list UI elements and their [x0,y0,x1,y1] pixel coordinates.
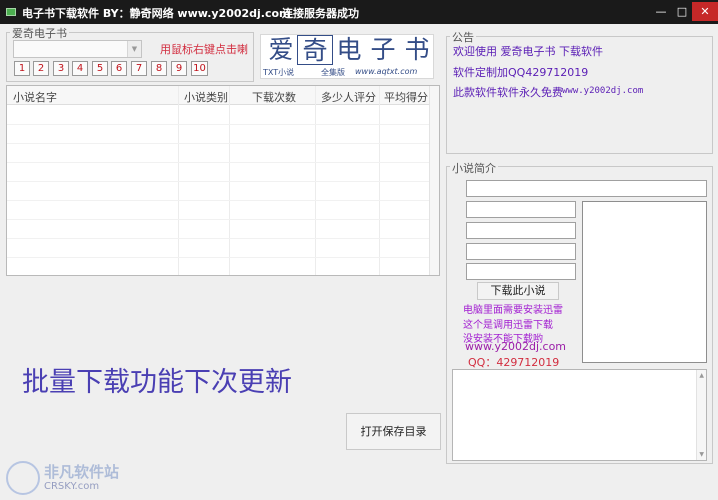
open-save-folder-button[interactable]: 打开保存目录 [346,413,441,450]
novel-info-field[interactable] [466,243,576,260]
watermark-name: 非凡软件站 [44,463,120,481]
table-scrollbar[interactable] [429,86,439,275]
intro-legend: 小说简介 [450,160,498,176]
scroll-down-icon[interactable]: ▼ [699,451,704,458]
brand-logo: 爱 奇 电 子 书 TXT小说 全集版 www.aqtxt.com [260,34,434,79]
site-watermark: 非凡软件站 CRSKY.com [0,455,140,500]
column-header-category[interactable]: 小说类别 [184,89,228,105]
download-novel-button[interactable]: 下载此小说 [477,282,559,300]
novel-table[interactable]: 小说名字 小说类别 下载次数 多少人评分 平均得分 [6,85,440,276]
site-link[interactable]: www.y2002dj.com [465,340,566,353]
cover-image-box [582,201,707,363]
window-title: 电子书下载软件 BY：静奇网络 www.y2002dj.com [22,7,291,20]
row-divider [7,124,439,125]
page-button[interactable]: 9 [171,61,187,76]
page-button[interactable]: 7 [131,61,147,76]
row-divider [7,162,439,163]
row-divider [7,257,439,258]
novel-info-field[interactable] [466,222,576,239]
logo-edition-label: 全集版 [321,68,345,77]
column-header-avg-score[interactable]: 平均得分 [384,89,428,105]
page-button[interactable]: 8 [151,61,167,76]
qq-contact: QQ：429712019 [468,356,560,369]
row-divider [7,238,439,239]
connection-status: 连接服务器成功 [282,7,359,20]
batch-download-notice: 批量下载功能下次更新 [22,367,292,398]
page-button[interactable]: 5 [92,61,108,76]
notice-url[interactable]: www.y2002dj.com [562,86,643,96]
column-header-name[interactable]: 小说名字 [13,89,57,105]
logo-char: 子 [370,35,396,64]
page-button[interactable]: 3 [53,61,69,76]
thunder-usage-note: 这个是调用迅雷下载 [463,320,553,331]
page-button[interactable]: 10 [191,61,208,76]
logo-char: 书 [404,35,430,64]
maximize-icon[interactable]: □ [672,2,692,21]
synopsis-scrollbar[interactable]: ▲ ▼ [696,370,706,460]
column-header-raters[interactable]: 多少人评分 [321,89,376,105]
row-divider [7,181,439,182]
synopsis-textarea[interactable]: ▲ ▼ [452,369,707,461]
thunder-required-note: 电脑里面需要安装迅雷 [463,305,563,316]
page-button[interactable]: 1 [14,61,30,76]
page-button[interactable]: 6 [111,61,127,76]
page-button[interactable]: 2 [33,61,49,76]
row-divider [7,200,439,201]
logo-url: www.aqtxt.com [355,67,418,76]
column-header-downloads[interactable]: 下载次数 [252,89,296,105]
app-icon [6,8,16,16]
logo-char: 电 [336,35,362,64]
logo-txt-label: TXT小说 [263,68,295,77]
logo-char: 奇 [297,35,333,65]
right-click-hint: 用鼠标右键点击喇 [160,43,248,56]
watermark-logo-icon [6,461,40,495]
category-combo[interactable]: ▼ [13,40,142,58]
scroll-up-icon[interactable]: ▲ [699,372,704,379]
novel-title-field[interactable] [466,180,707,197]
row-divider [7,143,439,144]
novel-info-field[interactable] [466,201,576,218]
novel-info-field[interactable] [466,263,576,280]
logo-char: 爱 [268,35,294,64]
library-legend: 爱奇电子书 [10,25,69,41]
page-button[interactable]: 4 [72,61,88,76]
table-header: 小说名字 小说类别 下载次数 多少人评分 平均得分 [7,86,439,105]
row-divider [7,219,439,220]
notice-welcome: 欢迎使用 爱奇电子书 下载软件 [453,45,603,58]
minimize-icon[interactable]: — [650,2,672,21]
notice-free: 此款软件软件永久免费 [453,86,563,99]
notice-custom: 软件定制加QQ429712019 [453,66,589,79]
close-icon[interactable]: ✕ [692,2,718,21]
title-bar: 电子书下载软件 BY：静奇网络 www.y2002dj.com 连接服务器成功 … [0,0,718,24]
chevron-down-icon[interactable]: ▼ [127,41,141,57]
watermark-domain: CRSKY.com [44,481,100,492]
